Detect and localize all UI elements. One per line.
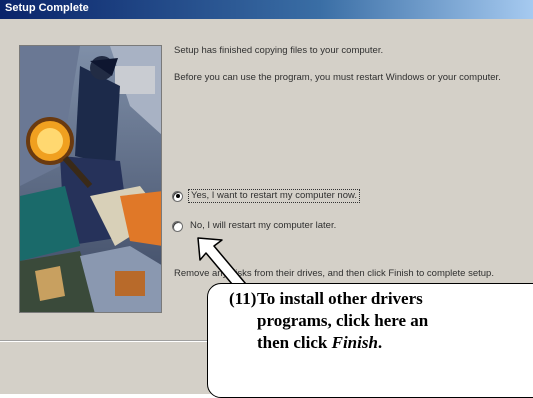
callout-line-1: To install other drivers [257,289,423,308]
callout-line-3: then click Finish. [257,333,382,353]
callout-line-3-prefix: then click [257,333,332,352]
callout-line-3-suffix: . [377,333,383,352]
callout-step-number: (11) [229,289,257,308]
callout-finish-word: Finish [331,333,378,352]
callout-line-2: programs, click here an [257,311,429,330]
